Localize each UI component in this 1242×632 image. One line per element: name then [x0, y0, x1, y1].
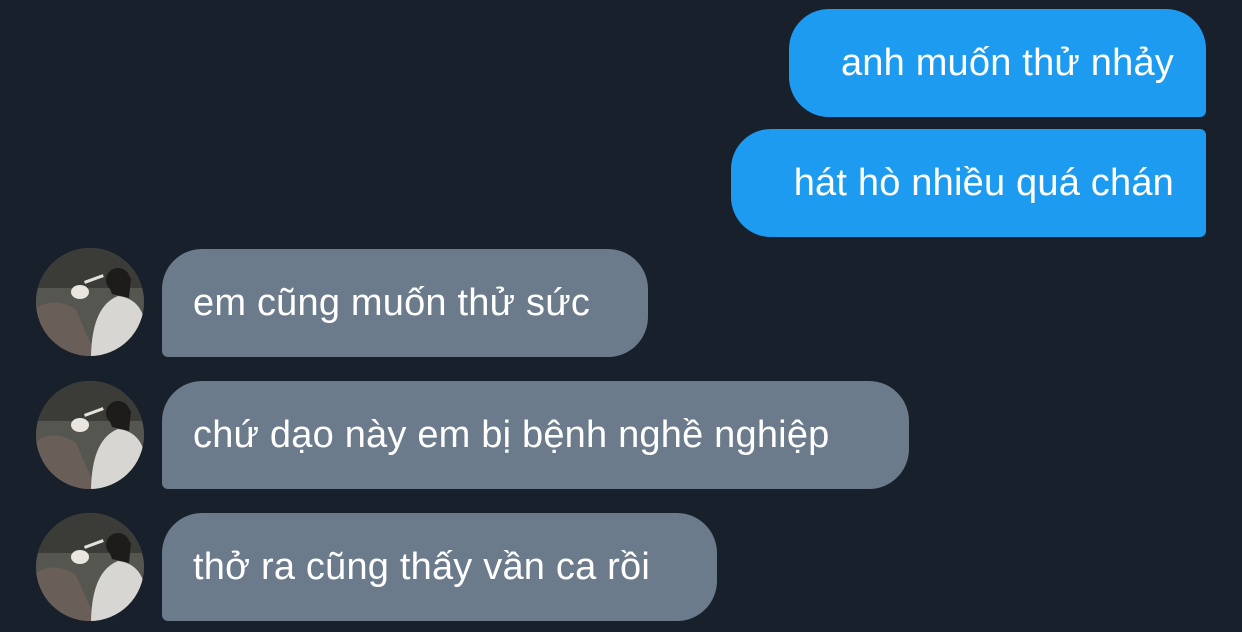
message-text: chứ dạo này em bị bệnh nghề nghiệp	[193, 413, 830, 456]
message-text: anh muốn thử nhảy	[840, 41, 1174, 84]
user-avatar-photo-icon	[36, 513, 144, 621]
message-text: thở ra cũng thấy vần ca rồi	[193, 545, 651, 588]
sent-message-bubble[interactable]: anh muốn thử nhảy	[789, 9, 1206, 117]
received-message-bubble[interactable]: thở ra cũng thấy vần ca rồi	[162, 513, 717, 621]
message-text: em cũng muốn thử sức	[193, 281, 591, 324]
message-text: hát hò nhiều quá chán	[793, 161, 1174, 204]
received-message-bubble[interactable]: chứ dạo này em bị bệnh nghề nghiệp	[162, 381, 909, 489]
avatar[interactable]	[36, 248, 144, 356]
avatar[interactable]	[36, 381, 144, 489]
user-avatar-photo-icon	[36, 248, 144, 356]
user-avatar-photo-icon	[36, 381, 144, 489]
avatar[interactable]	[36, 513, 144, 621]
sent-message-bubble[interactable]: hát hò nhiều quá chán	[731, 129, 1206, 237]
received-message-bubble[interactable]: em cũng muốn thử sức	[162, 249, 648, 357]
chat-thread: anh muốn thử nhảy hát hò nhiều quá chán …	[0, 0, 1242, 632]
